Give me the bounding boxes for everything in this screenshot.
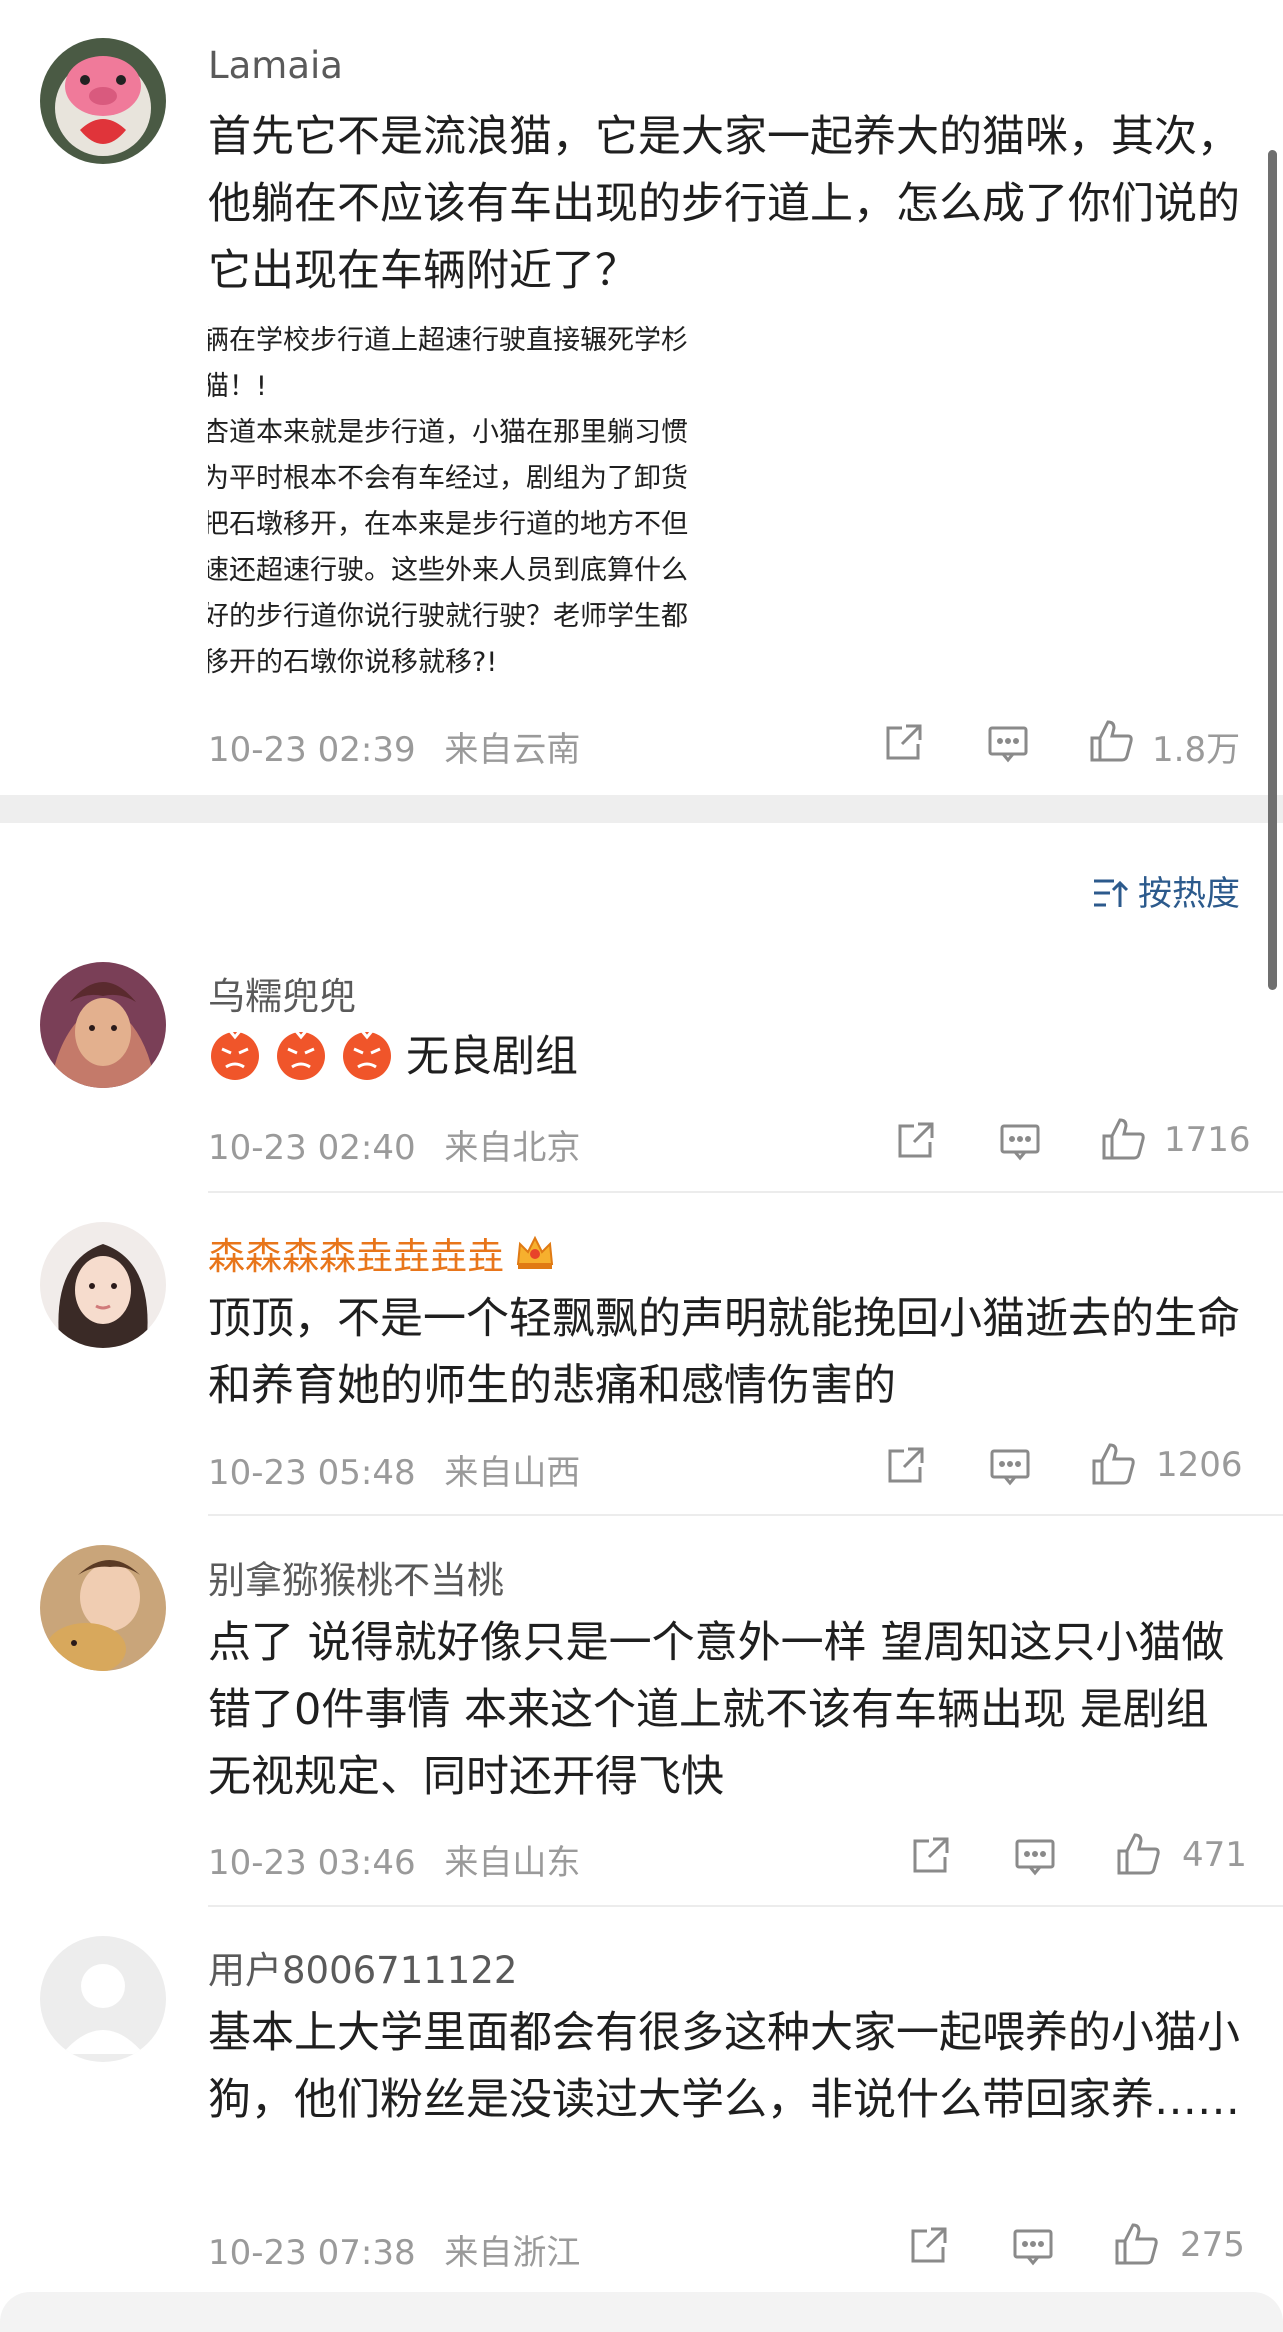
like-icon[interactable] — [1088, 718, 1134, 764]
comment-text: 点了 说得就好像只是一个意外一样 望周知这只小猫做错了0件事情 本来这个道上就不… — [208, 1618, 1225, 1802]
comment-location: 来自浙江 — [444, 2233, 581, 2273]
quote-line: 猫！! — [208, 371, 267, 402]
comment-text-row: 无良剧组 — [208, 1024, 1248, 1091]
comment-text: 首先它不是流浪猫，它是大家一起养大的猫咪，其次，他躺在不应该有车出现的步行道上，… — [208, 112, 1240, 296]
angry-face-icon — [274, 1027, 328, 1081]
avatar[interactable] — [40, 38, 166, 164]
comment-meta: 10-23 05:48 来自山西 — [208, 1445, 598, 1494]
comment-username-text: 森森森森垚垚垚垚 — [208, 1235, 504, 1278]
share-icon[interactable] — [905, 2223, 951, 2269]
sort-button[interactable]: 按热度 — [1092, 866, 1240, 915]
quote-line: 把石墩移开，在本来是步行道的地方不但 — [208, 509, 688, 540]
divider — [208, 1905, 1283, 1907]
like-icon[interactable] — [1113, 2221, 1159, 2267]
quote-line: 辆在学校步行道上超速行驶直接辗死学杉 — [208, 325, 688, 356]
comment-icon[interactable] — [985, 720, 1031, 766]
comment-time: 10-23 03:46 — [208, 1843, 416, 1883]
like-count: 1206 — [1156, 1445, 1243, 1485]
avatar[interactable] — [40, 1222, 166, 1348]
bottom-panel — [0, 2292, 1283, 2332]
like-icon[interactable] — [1100, 1116, 1146, 1162]
quote-line: 杏道本来就是步行道，小猫在那里躺习惯 — [208, 417, 688, 448]
comment-meta: 10-23 03:46 来自山东 — [208, 1835, 598, 1884]
comment-icon[interactable] — [997, 1118, 1043, 1164]
comment-username[interactable]: 用户8006711122 — [208, 1940, 517, 1994]
crown-badge-icon — [514, 1232, 556, 1274]
quote-line: 好的步行道你说行驶就行驶？老师学生都 — [208, 601, 688, 632]
sort-label: 按热度 — [1138, 874, 1240, 914]
angry-face-icon — [208, 1027, 262, 1081]
comment-username[interactable]: Lamaia — [208, 44, 343, 87]
comment-text: 基本上大学里面都会有很多这种大家一起喂养的小猫小狗，他们粉丝是没读过大学么，非说… — [208, 2008, 1240, 2125]
quoted-image-text[interactable]: 辆在学校步行道上超速行驶直接辗死学杉 猫！! 杏道本来就是步行道，小猫在那里躺习… — [208, 318, 708, 683]
comment-location: 来自北京 — [444, 1128, 581, 1168]
avatar[interactable] — [40, 1936, 166, 2062]
comment-location: 来自山西 — [444, 1453, 581, 1493]
comment-meta: 10-23 02:40 来自北京 — [208, 1120, 598, 1169]
default-avatar-icon — [40, 1936, 166, 2062]
like-count: 1716 — [1164, 1120, 1251, 1160]
comment-username[interactable]: 别拿猕猴桃不当桃 — [208, 1550, 504, 1604]
share-icon[interactable] — [880, 720, 926, 766]
avatar[interactable] — [40, 962, 166, 1088]
avatar-pig-icon — [40, 38, 166, 164]
share-icon[interactable] — [882, 1443, 928, 1489]
section-separator — [0, 795, 1283, 823]
comment-meta: 10-23 07:38 来自浙江 — [208, 2225, 598, 2274]
like-icon[interactable] — [1090, 1441, 1136, 1487]
comment-icon[interactable] — [987, 1443, 1033, 1489]
avatar[interactable] — [40, 1545, 166, 1671]
quote-line: 速还超速行驶。这些外来人员到底算什么 — [208, 555, 688, 586]
divider — [208, 1514, 1283, 1516]
angry-face-icon — [340, 1027, 394, 1081]
sort-icon — [1094, 879, 1129, 907]
divider — [208, 1191, 1283, 1193]
comment-text: 无良剧组 — [406, 1032, 578, 1082]
comment-meta: 10-23 02:39 来自云南 — [208, 722, 598, 771]
comment-time: 10-23 05:48 — [208, 1453, 416, 1493]
comment-username[interactable]: 森森森森垚垚垚垚 — [208, 1226, 556, 1280]
comment-time: 10-23 07:38 — [208, 2233, 416, 2273]
like-count: 1.8万 — [1152, 730, 1241, 770]
comment-icon[interactable] — [1010, 2223, 1056, 2269]
like-count: 471 — [1182, 1835, 1247, 1875]
comment-time: 10-23 02:40 — [208, 1128, 416, 1168]
comment-time: 10-23 02:39 — [208, 730, 416, 770]
quote-line: 为平时根本不会有车经过，剧组为了卸货 — [208, 463, 688, 494]
comment-icon[interactable] — [1012, 1833, 1058, 1879]
scrollbar[interactable] — [1268, 150, 1277, 990]
like-count: 275 — [1180, 2225, 1245, 2265]
quote-line: 移开的石墩你说移就移?! — [208, 647, 498, 678]
comment-location: 来自云南 — [444, 730, 581, 770]
comment-username[interactable]: 乌糯兜兜 — [208, 966, 356, 1020]
comment-text: 顶顶，不是一个轻飘飘的声明就能挽回小猫逝去的生命和养育她的师生的悲痛和感情伤害的 — [208, 1294, 1240, 1411]
comment-location: 来自山东 — [444, 1843, 581, 1883]
share-icon[interactable] — [907, 1833, 953, 1879]
like-icon[interactable] — [1115, 1831, 1161, 1877]
share-icon[interactable] — [892, 1118, 938, 1164]
